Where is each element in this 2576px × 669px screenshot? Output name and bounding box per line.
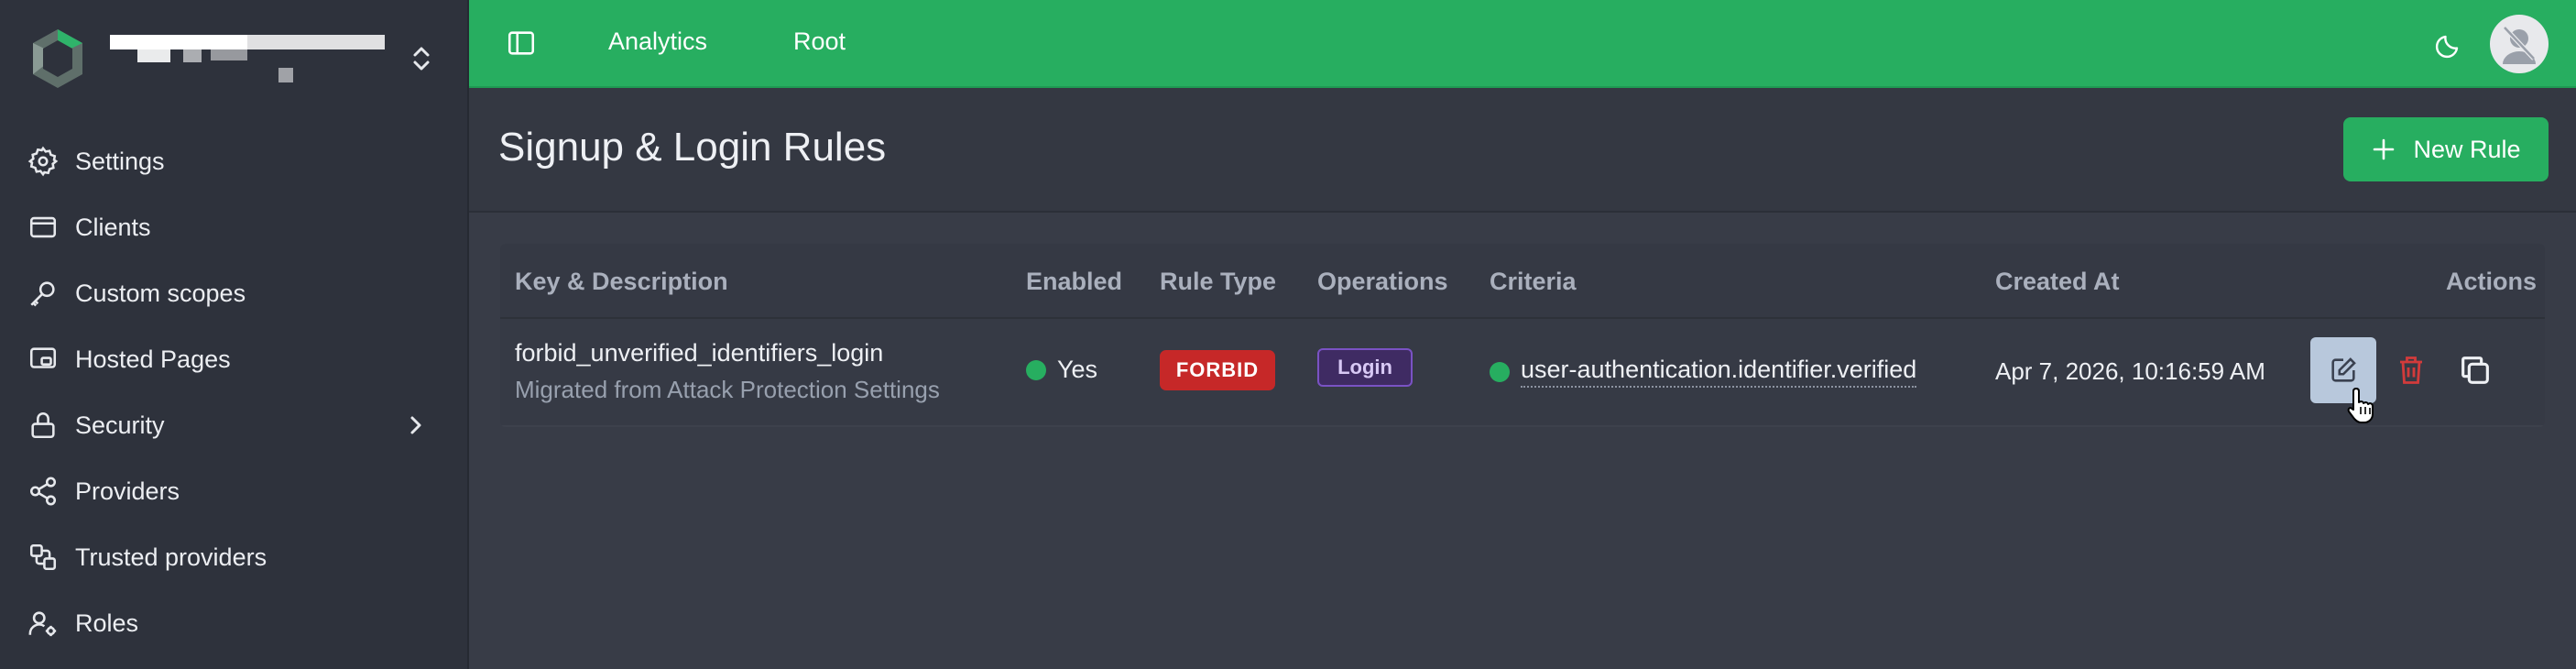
- gear-icon: [27, 146, 59, 177]
- org-name-redacted: [110, 33, 390, 88]
- table-header: Key & Description Enabled Rule Type Oper…: [500, 244, 2545, 317]
- created-at: Apr 7, 2026, 10:16:59 AM: [1995, 357, 2265, 385]
- user-cog-icon: [27, 608, 59, 639]
- column-header-criteria: Criteria: [1490, 268, 1577, 295]
- sidebar-item-providers[interactable]: Providers: [0, 458, 467, 524]
- chevron-right-icon: [410, 416, 421, 434]
- criteria-status-dot-icon: [1490, 361, 1510, 382]
- sidebar-item-trusted-providers[interactable]: Trusted providers: [0, 524, 467, 590]
- logo: [29, 27, 86, 90]
- sidebar-item-label: Providers: [75, 477, 180, 505]
- top-bar: Analytics Root: [469, 0, 2576, 88]
- sidebar-toggle-icon[interactable]: [506, 27, 537, 59]
- share-icon: [27, 476, 59, 507]
- edit-icon: [2331, 357, 2356, 382]
- enabled-status: Yes: [1026, 356, 1097, 384]
- sidebar-item-security[interactable]: Security: [0, 392, 467, 458]
- page-title: Signup & Login Rules: [498, 125, 887, 170]
- sidebar-item-label: Trusted providers: [75, 543, 267, 571]
- sidebar-nav: Settings Clients Custom scopes Hosted Pa…: [0, 128, 467, 656]
- operation-badge: Login: [1317, 348, 1413, 387]
- sidebar-item-label: Security: [75, 411, 165, 439]
- moon-icon[interactable]: [2431, 26, 2468, 62]
- sidebar: Settings Clients Custom scopes Hosted Pa…: [0, 0, 469, 669]
- column-header-actions: Actions: [2446, 268, 2538, 295]
- sidebar-item-label: Clients: [75, 213, 151, 241]
- sidebar-item-clients[interactable]: Clients: [0, 194, 467, 260]
- sidebar-item-label: Roles: [75, 609, 139, 637]
- new-rule-label: New Rule: [2413, 135, 2521, 163]
- nav-link-root[interactable]: Root: [793, 27, 846, 56]
- sidebar-item-hosted-pages[interactable]: Hosted Pages: [0, 326, 467, 392]
- sidebar-item-settings[interactable]: Settings: [0, 128, 467, 194]
- rules-table: Key & Description Enabled Rule Type Oper…: [500, 244, 2545, 427]
- column-header-operations: Operations: [1317, 268, 1448, 295]
- trash-icon[interactable]: [2395, 352, 2428, 389]
- new-rule-button[interactable]: New Rule: [2343, 117, 2549, 181]
- column-header-enabled: Enabled: [1026, 268, 1123, 295]
- column-header-rule-type: Rule Type: [1160, 268, 1277, 295]
- nav-link-analytics[interactable]: Analytics: [608, 27, 707, 56]
- criteria-text[interactable]: user-authentication.identifier.verified: [1521, 356, 1917, 388]
- key-icon: [27, 278, 59, 309]
- sidebar-item-custom-scopes[interactable]: Custom scopes: [0, 260, 467, 326]
- plus-icon: [2374, 138, 2395, 160]
- window-icon: [27, 212, 59, 243]
- avatar[interactable]: [2490, 15, 2549, 73]
- copy-icon[interactable]: [2457, 352, 2494, 389]
- sidebar-item-label: Custom scopes: [75, 279, 246, 307]
- column-header-key: Key & Description: [515, 268, 728, 295]
- table-row[interactable]: forbid_unverified_identifiers_login Migr…: [500, 317, 2545, 425]
- trusted-providers-icon: [27, 542, 59, 573]
- lock-icon: [27, 410, 59, 441]
- hosted-pages-icon: [27, 344, 59, 375]
- status-dot-icon: [1026, 359, 1046, 380]
- rule-key: forbid_unverified_identifiers_login: [515, 339, 884, 367]
- sidebar-item-roles[interactable]: Roles: [0, 590, 467, 656]
- rule-description: Migrated from Attack Protection Settings: [515, 376, 940, 403]
- rule-type-badge: FORBID: [1160, 350, 1275, 390]
- criteria[interactable]: user-authentication.identifier.verified: [1490, 356, 1917, 388]
- enabled-label: Yes: [1057, 356, 1098, 383]
- page-header: Signup & Login Rules New Rule: [469, 88, 2576, 213]
- user-off-icon: [2503, 26, 2536, 64]
- hand-cursor-icon: [2347, 388, 2374, 423]
- org-switcher[interactable]: [29, 27, 440, 90]
- sidebar-item-label: Hosted Pages: [75, 345, 231, 373]
- column-header-created-at: Created At: [1995, 268, 2120, 295]
- chevron-updown-icon[interactable]: [403, 40, 440, 77]
- sidebar-item-label: Settings: [75, 147, 165, 175]
